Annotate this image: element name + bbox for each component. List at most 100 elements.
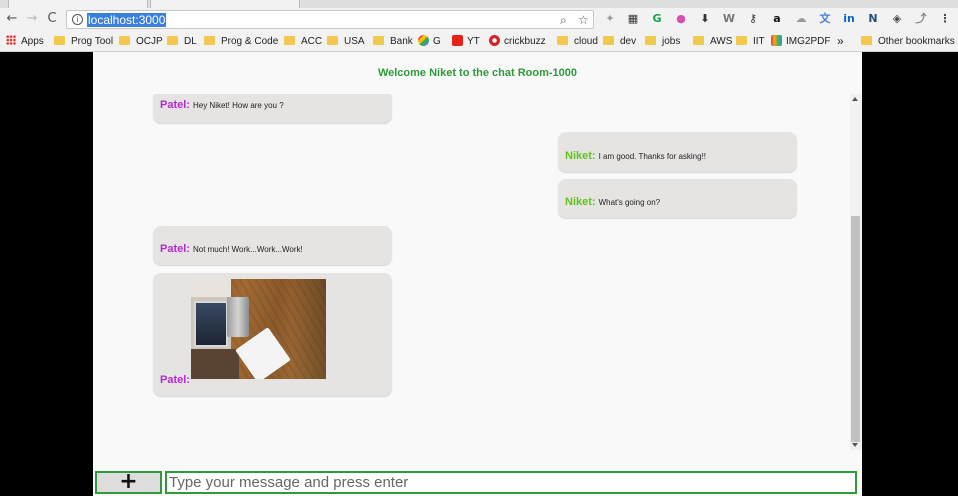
star-icon[interactable]: ☆	[578, 12, 589, 28]
message-sender: Patel:	[160, 243, 190, 255]
message-text: I am good. Thanks for asking!!	[598, 152, 707, 161]
tab-strip	[0, 0, 958, 8]
attach-button[interactable]: +	[95, 471, 162, 494]
message-input[interactable]	[165, 471, 857, 494]
bookmark-dev[interactable]: dev	[603, 34, 636, 49]
scroll-up-arrow[interactable]	[852, 97, 858, 101]
bookmarks-bar: Apps Prog Tool OCJP DL Prog & Code ACC USA Ban…	[0, 31, 958, 52]
shared-photo[interactable]	[191, 279, 326, 379]
bookmark-label: IMG2PDF	[786, 36, 831, 47]
bookmark-label: crickbuzz	[504, 36, 546, 47]
bookmark-jobs[interactable]: jobs	[645, 34, 680, 49]
bookmark-label: Bank	[390, 36, 413, 47]
bookmark-label: OCJP	[136, 36, 163, 47]
pdf-icon[interactable]: ⤴	[914, 12, 928, 26]
scroll-down-arrow[interactable]	[852, 443, 858, 447]
message-bubble: Niket: I am good. Thanks for asking!!	[558, 132, 797, 172]
puzzle-icon[interactable]: ✦	[603, 12, 617, 26]
browser-toolbar: ← → C i localhost:3000 ⌕ ☆ ✦ ▦ G ● ⬇ W ⚷ a ☁ 文 in N…	[0, 8, 958, 31]
bookmark-img2pdf[interactable]: IMG2PDF	[771, 34, 830, 49]
forward-button[interactable]: →	[24, 11, 40, 27]
bookmark-acc[interactable]: ACC	[284, 34, 322, 49]
bookmark-label: IIT	[753, 36, 765, 47]
translate-icon[interactable]: 文	[818, 12, 832, 26]
reload-button[interactable]: C	[44, 11, 60, 27]
info-icon[interactable]: i	[72, 14, 83, 25]
chat-scrollbar[interactable]	[850, 94, 862, 450]
bookmark-label: DL	[184, 36, 197, 47]
bookmark-label: cloud	[574, 36, 598, 47]
message-sender: Niket:	[565, 196, 596, 208]
folder-icon	[373, 36, 384, 45]
bookmark-other[interactable]: Other bookmarks	[861, 34, 955, 49]
menu-icon[interactable]: ⋮	[938, 12, 952, 26]
folder-icon	[861, 36, 872, 45]
grammarly-icon[interactable]: G	[650, 12, 664, 26]
page-title: Welcome Niket to the chat Room-1000	[377, 67, 578, 79]
folder-icon	[693, 36, 704, 45]
apps-grid-icon	[6, 35, 16, 45]
message-bubble: Patel: Not much! Work...Work...Work!	[153, 226, 392, 265]
image-message-bubble: Patel:	[153, 273, 392, 396]
shield-icon[interactable]: ◈	[890, 12, 904, 26]
bookmark-label: Other bookmarks	[878, 36, 955, 47]
back-button[interactable]: ←	[4, 11, 20, 27]
folder-icon	[204, 36, 215, 45]
message-sender: Niket:	[565, 150, 596, 162]
bookmarks-overflow-button[interactable]: »	[837, 34, 844, 49]
bookmark-apps[interactable]: Apps	[6, 34, 44, 49]
folder-icon	[736, 36, 747, 45]
bookmark-crickbuzz[interactable]: crickbuzz	[489, 34, 546, 49]
bookmark-cloud[interactable]: cloud	[557, 34, 598, 49]
bookmark-usa[interactable]: USA	[327, 34, 365, 49]
folder-icon	[119, 36, 130, 45]
bookmark-label: Apps	[21, 36, 44, 47]
message-bubble: Niket: What's going on?	[558, 179, 797, 218]
bookmark-ocjp[interactable]: OCJP	[119, 34, 163, 49]
bookmark-g[interactable]: G	[418, 34, 441, 49]
bookmark-bank[interactable]: Bank	[373, 34, 413, 49]
bookmark-prog-tool[interactable]: Prog Tool	[54, 34, 113, 49]
message-sender: Patel:	[160, 374, 190, 386]
w-icon[interactable]: W	[722, 12, 736, 26]
scroll-thumb[interactable]	[851, 216, 860, 442]
chat-page: Welcome Niket to the chat Room-1000 Pate…	[93, 52, 862, 496]
message-text: Hey Niket! How are you ?	[192, 101, 284, 110]
color-wheel-icon[interactable]: ●	[674, 12, 688, 26]
key-icon[interactable]: ⚷	[746, 12, 760, 26]
bookmark-yt[interactable]: YT	[452, 34, 480, 49]
linkedin-icon[interactable]: in	[842, 12, 856, 26]
bookmark-label: Prog Tool	[71, 36, 114, 47]
browser-tab[interactable]	[8, 0, 148, 8]
chat-message-list[interactable]: Patel: Hey Niket! How are you ? Niket: I a…	[93, 94, 850, 446]
bookmark-label: AWS	[710, 36, 733, 47]
download-icon[interactable]: ⬇	[698, 12, 712, 26]
folder-icon	[327, 36, 338, 45]
google-icon	[418, 35, 429, 46]
folder-icon	[557, 36, 568, 45]
crickbuzz-icon	[489, 35, 500, 46]
bookmark-label: ACC	[301, 36, 323, 47]
youtube-icon	[452, 35, 463, 46]
cloud-icon[interactable]: ☁	[794, 12, 808, 26]
n-icon[interactable]: N	[866, 12, 880, 26]
bookmark-label: G	[433, 36, 441, 47]
bookmark-label: USA	[344, 36, 365, 47]
bookmark-dl[interactable]: DL	[167, 34, 197, 49]
img2pdf-icon	[771, 35, 782, 46]
browser-tab-active[interactable]	[150, 0, 300, 8]
folder-icon	[603, 36, 614, 45]
folder-icon	[645, 36, 656, 45]
message-text: What's going on?	[598, 198, 661, 207]
bookmark-label: jobs	[662, 36, 681, 47]
bookmark-aws[interactable]: AWS	[693, 34, 732, 49]
message-bubble: Patel: Hey Niket! How are you ?	[153, 94, 392, 123]
address-url[interactable]: localhost:3000	[87, 13, 167, 27]
amazon-icon[interactable]: a	[770, 12, 784, 26]
grid-icon[interactable]: ▦	[626, 12, 640, 26]
bookmark-prog-code[interactable]: Prog & Code	[204, 34, 278, 49]
folder-icon	[54, 36, 65, 45]
address-bar[interactable]: i localhost:3000 ⌕ ☆	[66, 10, 594, 29]
search-icon[interactable]: ⌕	[560, 12, 567, 28]
bookmark-iit[interactable]: IIT	[736, 34, 765, 49]
